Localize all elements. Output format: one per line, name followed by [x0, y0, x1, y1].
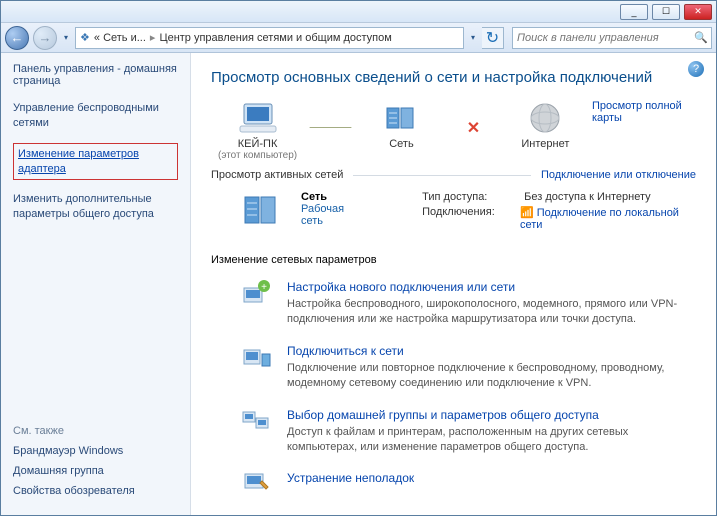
- task-title[interactable]: Выбор домашней группы и параметров общег…: [287, 408, 696, 422]
- separator: [353, 175, 531, 176]
- active-networks-header: Просмотр активных сетей Подключение или …: [211, 169, 696, 181]
- map-node-network: Сеть: [355, 100, 448, 150]
- active-network-row: Сеть Рабочая сеть Тип доступа: Без досту…: [211, 187, 696, 238]
- section-label: Просмотр активных сетей: [211, 169, 343, 181]
- map-node-label: Интернет: [499, 138, 592, 150]
- sidebar-item-firewall[interactable]: Брандмауэр Windows: [13, 445, 178, 457]
- task-desc: Доступ к файлам и принтерам, расположенн…: [287, 425, 696, 456]
- page-title: Просмотр основных сведений о сети и наст…: [211, 69, 696, 86]
- connector-fail-icon: ✕: [448, 118, 499, 138]
- address-dropdown[interactable]: ▾: [468, 33, 478, 42]
- map-node-internet: Интернет: [499, 100, 592, 150]
- minimize-button[interactable]: _: [620, 4, 648, 20]
- task-homegroup-sharing[interactable]: Выбор домашней группы и параметров общег…: [211, 402, 696, 466]
- breadcrumb-separator: ▸: [150, 31, 156, 44]
- connections-label: Подключения:: [422, 206, 510, 231]
- access-type-value: Без доступа к Интернету: [524, 191, 651, 203]
- sidebar-item-homegroup[interactable]: Домашняя группа: [13, 465, 178, 477]
- sidebar-item-advanced-sharing[interactable]: Изменить дополнительные параметры общего…: [13, 192, 178, 222]
- task-title[interactable]: Устранение неполадок: [287, 471, 414, 485]
- address-bar[interactable]: ❖ « Сеть и... ▸ Центр управления сетями …: [75, 27, 464, 49]
- sidebar: Панель управления - домашняя страница Уп…: [1, 53, 191, 515]
- breadcrumb-item[interactable]: Центр управления сетями и общим доступом: [159, 32, 391, 44]
- breadcrumb-item[interactable]: « Сеть и...: [94, 32, 146, 44]
- window: _ ☐ ✕ ← → ▾ ❖ « Сеть и... ▸ Центр управл…: [0, 0, 717, 516]
- main-content: ? Просмотр основных сведений о сети и на…: [191, 53, 716, 515]
- task-troubleshoot[interactable]: Устранение неполадок: [211, 465, 696, 495]
- sidebar-item-adapter-settings[interactable]: Изменение параметров адаптера: [13, 143, 178, 181]
- search-icon: 🔍: [691, 31, 711, 44]
- sidebar-home-link[interactable]: Панель управления - домашняя страница: [13, 63, 178, 87]
- sidebar-see-also-label: См. также: [13, 425, 178, 437]
- map-node-sublabel: (этот компьютер): [211, 150, 304, 161]
- map-node-label: КЕЙ-ПК: [211, 138, 304, 150]
- sidebar-item-wireless[interactable]: Управление беспроводными сетями: [13, 101, 178, 131]
- refresh-button[interactable]: ↻: [482, 27, 504, 49]
- sidebar-item-internet-options[interactable]: Свойства обозревателя: [13, 485, 178, 497]
- breadcrumb-root-icon: ❖: [80, 31, 90, 44]
- forward-button[interactable]: →: [33, 26, 57, 50]
- troubleshoot-icon: [241, 471, 273, 493]
- title-bar: _ ☐ ✕: [1, 1, 716, 23]
- task-title[interactable]: Настройка нового подключения или сети: [287, 280, 696, 294]
- network-type-link[interactable]: Рабочая сеть: [301, 203, 366, 227]
- map-node-label: Сеть: [355, 138, 448, 150]
- computer-icon: [238, 100, 278, 136]
- nav-bar: ← → ▾ ❖ « Сеть и... ▸ Центр управления с…: [1, 23, 716, 53]
- new-connection-icon: +: [241, 280, 273, 328]
- network-icon: [383, 100, 419, 136]
- globe-icon: [527, 100, 563, 136]
- task-title[interactable]: Подключиться к сети: [287, 344, 696, 358]
- refresh-icon: ↻: [486, 28, 499, 48]
- network-name: Сеть: [301, 191, 366, 203]
- maximize-button[interactable]: ☐: [652, 4, 680, 20]
- view-full-map-link[interactable]: Просмотр полной карты: [592, 100, 696, 124]
- change-settings-header: Изменение сетевых параметров: [211, 254, 696, 266]
- network-large-icon: [241, 191, 285, 234]
- history-dropdown[interactable]: ▾: [61, 33, 71, 42]
- svg-text:+: +: [261, 282, 267, 293]
- connect-icon: [241, 344, 273, 392]
- connect-disconnect-link[interactable]: Подключение или отключение: [541, 169, 696, 181]
- connector-ok: — — —: [304, 118, 355, 134]
- search-box[interactable]: 🔍: [512, 27, 712, 49]
- search-input[interactable]: [513, 32, 691, 44]
- task-connect-to-network[interactable]: Подключиться к сети Подключение или повт…: [211, 338, 696, 402]
- sharing-icon: [241, 408, 273, 456]
- connection-link[interactable]: Подключение по локальной сети: [520, 207, 679, 231]
- lan-icon: 📶: [520, 207, 534, 219]
- task-new-connection[interactable]: + Настройка нового подключения или сети …: [211, 274, 696, 338]
- task-desc: Настройка беспроводного, широкополосного…: [287, 297, 696, 328]
- access-type-label: Тип доступа:: [422, 191, 514, 203]
- back-button[interactable]: ←: [5, 26, 29, 50]
- map-node-this-pc: КЕЙ-ПК (этот компьютер): [211, 100, 304, 161]
- close-button[interactable]: ✕: [684, 4, 712, 20]
- task-desc: Подключение или повторное подключение к …: [287, 361, 696, 392]
- network-map: КЕЙ-ПК (этот компьютер) — — — Сеть ✕ Инт…: [211, 100, 696, 161]
- help-button[interactable]: ?: [688, 61, 704, 77]
